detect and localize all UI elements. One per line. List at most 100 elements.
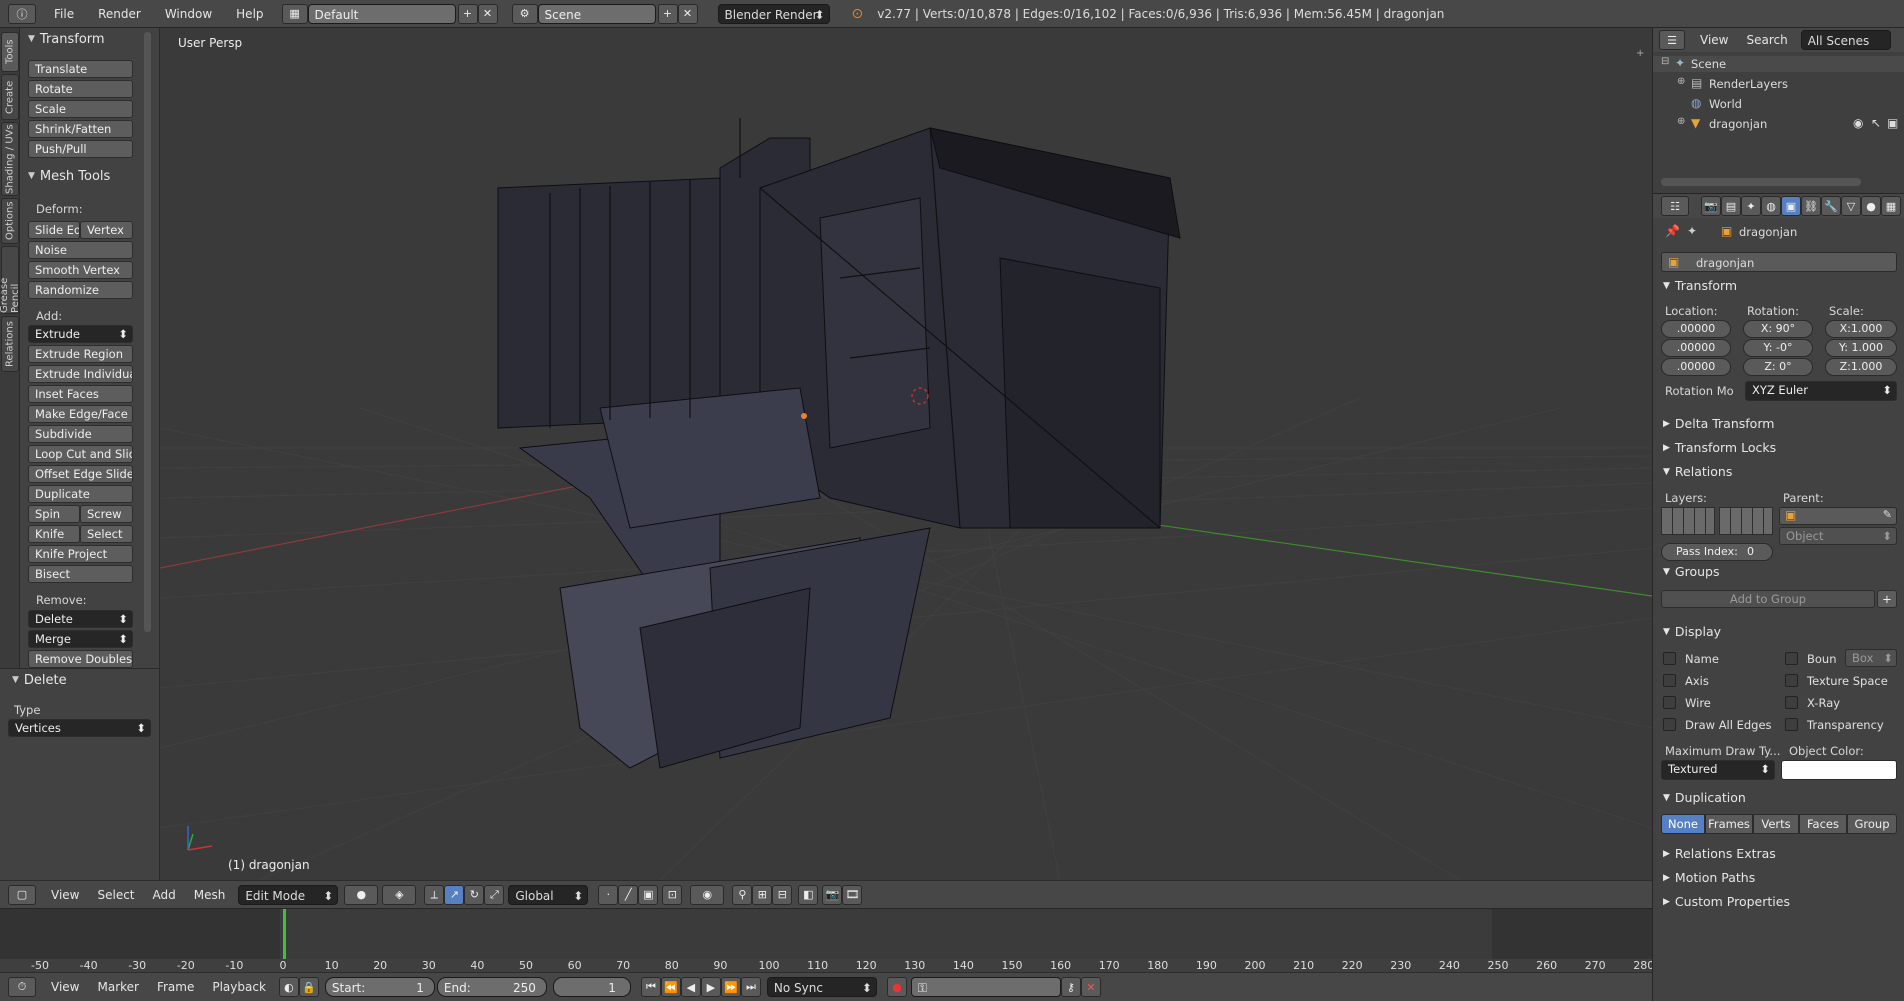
slide-vertex-button[interactable]: Vertex <box>80 221 133 239</box>
preview-range-icon[interactable]: ◐ <box>278 977 299 997</box>
object-tab-icon[interactable]: ▣ <box>1781 196 1801 216</box>
renderability-camera-icon[interactable]: ▣ <box>1887 116 1898 130</box>
inset-faces-button[interactable]: Inset Faces <box>28 385 133 403</box>
vertex-select-icon[interactable]: · <box>598 884 619 905</box>
editor-type-properties-icon[interactable]: ☷ <box>1661 196 1689 216</box>
tab-tools[interactable]: Tools <box>1 32 19 72</box>
operator-panel-header[interactable]: ▼ Delete <box>4 669 67 691</box>
menu-playback[interactable]: Playback <box>203 980 275 994</box>
rotation-x-field[interactable]: X: 90° <box>1743 320 1813 338</box>
menu-mesh[interactable]: Mesh <box>185 888 235 902</box>
pivot-point-icon[interactable]: ◈ <box>382 884 417 905</box>
modifiers-tab-icon[interactable]: 🔧 <box>1821 196 1841 216</box>
max-draw-type-select[interactable]: Textured ⬍ <box>1661 760 1775 780</box>
scale-manipulator-icon[interactable]: ⤢ <box>484 884 505 905</box>
current-frame-marker[interactable] <box>283 909 286 959</box>
transform-panel-header[interactable]: ▼ Transform <box>1663 278 1737 293</box>
render-engine-select[interactable]: Blender Render ⬍ <box>717 3 830 24</box>
menu-select[interactable]: Select <box>88 888 143 902</box>
outliner-scrollbar[interactable] <box>1661 178 1861 186</box>
location-y-field[interactable]: .00000 <box>1661 339 1731 357</box>
loop-cut-slide-button[interactable]: Loop Cut and Slide <box>28 445 133 463</box>
translate-button[interactable]: Translate <box>28 60 133 78</box>
layers-grid-right[interactable] <box>1719 507 1773 535</box>
timeline-area[interactable]: -50 -40 -30 -20 -10 0 10 20 30 40 50 60 70 80 90 100 110… <box>0 908 1654 973</box>
delete-menu[interactable]: Delete ⬍ <box>28 610 133 628</box>
pass-index-field[interactable]: Pass Index: 0 <box>1661 543 1773 561</box>
object-name-field[interactable]: ▣ dragonjan <box>1661 252 1897 272</box>
smooth-vertex-button[interactable]: Smooth Vertex <box>28 261 133 279</box>
delete-type-select[interactable]: Vertices ⬍ <box>8 719 151 737</box>
render-tab-icon[interactable]: 📷 <box>1701 196 1721 216</box>
snap-icon[interactable]: ⚲ <box>732 884 753 905</box>
screw-button[interactable]: Screw <box>80 505 133 523</box>
tab-options[interactable]: Options <box>1 198 19 244</box>
extrude-menu[interactable]: Extrude ⬍ <box>28 325 133 343</box>
dup-frames-option[interactable]: Frames <box>1705 814 1753 834</box>
start-frame-field[interactable]: Start: 1 <box>324 977 435 997</box>
insert-keyframe-icon[interactable]: ⚷ <box>1060 977 1081 997</box>
relations-extras-header[interactable]: ▶ Relations Extras <box>1663 846 1776 861</box>
dup-faces-option[interactable]: Faces <box>1799 814 1847 834</box>
spin-button[interactable]: Spin <box>28 505 80 523</box>
bisect-button[interactable]: Bisect <box>28 565 133 583</box>
add-scene-icon[interactable]: + <box>657 3 678 24</box>
pin-icon[interactable]: 📌 <box>1665 224 1680 238</box>
play-icon[interactable]: ▶ <box>700 977 721 997</box>
scale-y-field[interactable]: Y: 1.000 <box>1825 339 1897 357</box>
visibility-eye-icon[interactable]: ◉ <box>1853 116 1863 130</box>
parent-field[interactable]: ▣ ✎ <box>1779 507 1897 525</box>
viewport-shading-icon[interactable]: ● <box>344 884 379 905</box>
texture-space-checkbox[interactable] <box>1785 674 1798 687</box>
scale-z-field[interactable]: Z:1.000 <box>1825 358 1897 376</box>
translate-manipulator-icon[interactable]: ↗ <box>444 884 465 905</box>
location-z-field[interactable]: .00000 <box>1661 358 1731 376</box>
scale-button[interactable]: Scale <box>28 100 133 118</box>
slide-edge-button[interactable]: Slide Ed <box>28 221 80 239</box>
data-tab-icon[interactable]: ▽ <box>1841 196 1861 216</box>
make-edge-face-button[interactable]: Make Edge/Face <box>28 405 133 423</box>
current-frame-field[interactable]: 1 <box>552 977 631 997</box>
tab-create[interactable]: Create <box>1 74 19 120</box>
knife-select-button[interactable]: Select <box>80 525 133 543</box>
scene-field[interactable]: Scene <box>537 3 656 24</box>
editor-type-info-icon[interactable]: ⓘ <box>8 3 36 24</box>
properties-toggle-icon[interactable]: + <box>1636 48 1646 59</box>
display-header[interactable]: ▼ Display <box>1663 624 1721 639</box>
knife-project-button[interactable]: Knife Project <box>28 545 133 563</box>
edge-select-icon[interactable]: ╱ <box>618 884 639 905</box>
outliner-row-world[interactable]: ◍ World <box>1653 96 1904 112</box>
rotation-z-field[interactable]: Z: 0° <box>1743 358 1813 376</box>
groups-header[interactable]: ▼ Groups <box>1663 564 1720 579</box>
add-to-group-button[interactable]: Add to Group <box>1661 590 1875 608</box>
tab-relations[interactable]: Relations <box>1 316 19 372</box>
scene-icon[interactable]: ⚙ <box>511 3 538 24</box>
delete-keyframe-icon[interactable]: ✕ <box>1080 977 1101 997</box>
extrude-individual-button[interactable]: Extrude Individual <box>28 365 133 383</box>
jump-keyframe-back-icon[interactable]: ⏪ <box>660 977 681 997</box>
opengl-render-icon[interactable]: 📷 <box>822 884 843 905</box>
face-select-icon[interactable]: ▣ <box>638 884 659 905</box>
menu-view-timeline[interactable]: View <box>42 980 88 994</box>
3d-viewport[interactable]: User Persp (1) dragonjan + <box>160 28 1652 880</box>
display-name-checkbox[interactable] <box>1663 652 1676 665</box>
menu-view[interactable]: View <box>42 888 88 902</box>
screen-layout-field[interactable]: Default <box>307 3 456 24</box>
outliner-menu-view[interactable]: View <box>1691 33 1737 47</box>
outliner-display-select[interactable]: All Scenes <box>1800 30 1891 50</box>
custom-properties-header[interactable]: ▶ Custom Properties <box>1663 894 1790 909</box>
limit-selection-icon[interactable]: ⊡ <box>662 884 683 905</box>
rotation-mode-select[interactable]: XYZ Euler ⬍ <box>1745 381 1897 401</box>
noise-button[interactable]: Noise <box>28 241 133 259</box>
manipulator-icon[interactable]: ⟂ <box>424 884 445 905</box>
jump-end-icon[interactable]: ⏭ <box>740 977 761 997</box>
layout-grid-icon[interactable]: ▦ <box>281 3 308 24</box>
remove-layout-icon[interactable]: ✕ <box>477 3 498 24</box>
display-all-edges-checkbox[interactable] <box>1663 718 1676 731</box>
menu-frame[interactable]: Frame <box>148 980 203 994</box>
sync-mode-select[interactable]: No Sync ⬍ <box>766 977 877 997</box>
outliner-row-scene[interactable]: ⊟ ✦ Scene <box>1653 56 1904 72</box>
world-tab-icon[interactable]: ◍ <box>1761 196 1781 216</box>
merge-menu[interactable]: Merge ⬍ <box>28 630 133 648</box>
duplication-header[interactable]: ▼ Duplication <box>1663 790 1746 805</box>
